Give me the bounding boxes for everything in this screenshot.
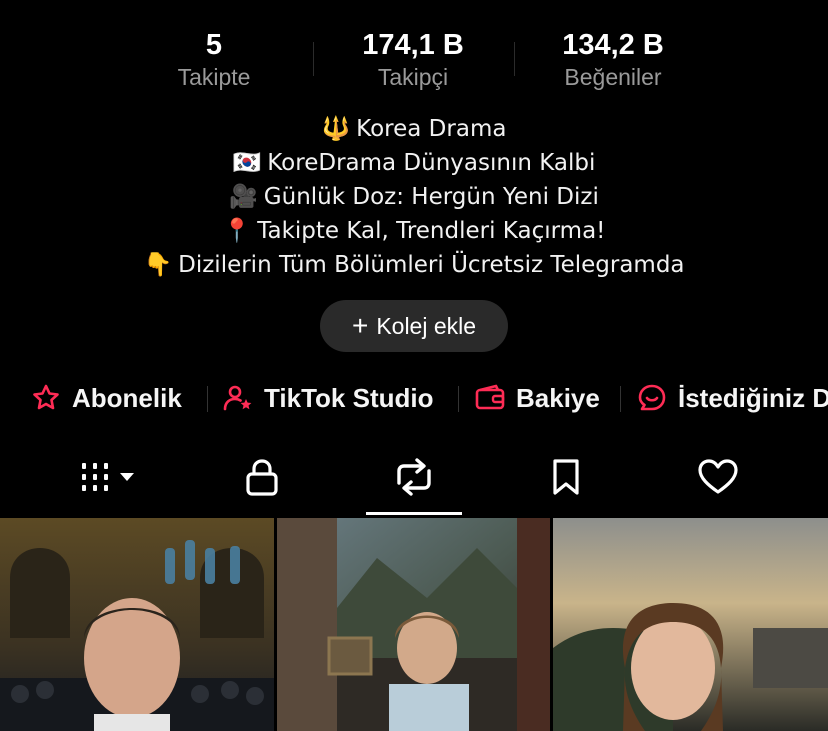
repost-icon [397, 458, 431, 496]
video-thumbnail[interactable] [277, 518, 550, 731]
following-count: 5 [205, 29, 223, 61]
balance-link[interactable]: Bakiye [474, 374, 600, 422]
bio-text: Günlük Doz: Hergün Yeni Dizi [263, 184, 599, 210]
add-collection-label: Kolej ekle [376, 312, 477, 339]
bio-line: 👇 Dizilerin Tüm Bölümleri Ücretsiz Telegr… [0, 248, 828, 282]
tab-reposts[interactable] [364, 446, 464, 508]
video-thumbnail[interactable] [553, 518, 828, 731]
subscription-link[interactable]: Abonelik [30, 374, 182, 422]
video-thumbnail-image [553, 518, 828, 731]
lock-icon [246, 459, 278, 496]
tab-videos[interactable] [60, 446, 160, 508]
likes-count: 134,2 B [562, 29, 664, 61]
requests-link[interactable]: İstediğiniz D [636, 374, 828, 422]
links-divider [620, 386, 621, 412]
profile-bio: 🔱 Korea Drama 🇰🇷 KoreDrama Dünyasının Kalb… [0, 112, 828, 282]
trident-icon: 🔱 [321, 116, 351, 142]
video-thumbnail-image [0, 518, 274, 731]
following-label: Takipte [177, 64, 251, 90]
pin-icon: 📍 [222, 218, 252, 244]
tab-liked[interactable] [668, 446, 768, 508]
heart-icon [698, 459, 738, 494]
links-divider [207, 386, 208, 412]
followers-count: 174,1 B [362, 29, 464, 61]
video-thumbnail[interactable] [0, 518, 274, 731]
followers-label: Takipçi [377, 64, 449, 90]
bio-text: Dizilerin Tüm Bölümleri Ücretsiz Telegra… [178, 252, 685, 278]
studio-icon [223, 385, 252, 411]
tiktok-studio-label: TikTok Studio [264, 382, 434, 413]
bio-text: Korea Drama [356, 116, 507, 142]
bio-text: KoreDrama Dünyasının Kalbi [267, 150, 596, 176]
bio-line: 📍 Takipte Kal, Trendleri Kaçırma! [0, 214, 828, 248]
profile-shortcuts: Abonelik TikTok Studio Bakiye İstediğini… [0, 374, 828, 422]
profile-stats: 5 Takipte 174,1 B Takipçi 134,2 B Beğeni… [0, 28, 828, 98]
balance-label: Bakiye [516, 382, 600, 413]
wallet-icon [475, 384, 505, 410]
tiktok-studio-link[interactable]: TikTok Studio [222, 374, 433, 422]
korea-flag-icon: 🇰🇷 [232, 150, 262, 176]
bio-line: 🇰🇷 KoreDrama Dünyasının Kalbi [0, 146, 828, 180]
tab-favorites[interactable] [516, 446, 616, 508]
plus-icon: + [351, 310, 369, 341]
pointing-down-icon: 👇 [143, 252, 173, 278]
bookmark-icon [553, 459, 579, 495]
bio-text: Takipte Kal, Trendleri Kaçırma! [257, 218, 606, 244]
video-grid [0, 518, 828, 731]
subscription-label: Abonelik [72, 382, 182, 413]
tab-private[interactable] [212, 446, 312, 508]
stats-divider [514, 42, 515, 76]
subscription-icon [33, 384, 59, 410]
likes-stat[interactable]: 134,2 B Beğeniler [538, 28, 688, 92]
chat-icon [638, 384, 666, 411]
video-thumbnail-image [277, 518, 550, 731]
followers-stat[interactable]: 174,1 B Takipçi [343, 28, 483, 92]
links-divider [458, 386, 459, 412]
likes-label: Beğeniler [564, 64, 662, 90]
following-stat[interactable]: 5 Takipte [164, 28, 264, 92]
content-tabs [0, 446, 828, 516]
bio-line: 🔱 Korea Drama [0, 112, 828, 146]
active-tab-indicator [366, 512, 462, 515]
requests-label: İstediğiniz D [678, 382, 828, 413]
stats-divider [313, 42, 314, 76]
add-collection-button[interactable]: + Kolej ekle [320, 300, 508, 352]
grid-icon [82, 463, 134, 491]
bio-line: 🎥 Günlük Doz: Hergün Yeni Dizi [0, 180, 828, 214]
camera-icon: 🎥 [229, 184, 258, 210]
